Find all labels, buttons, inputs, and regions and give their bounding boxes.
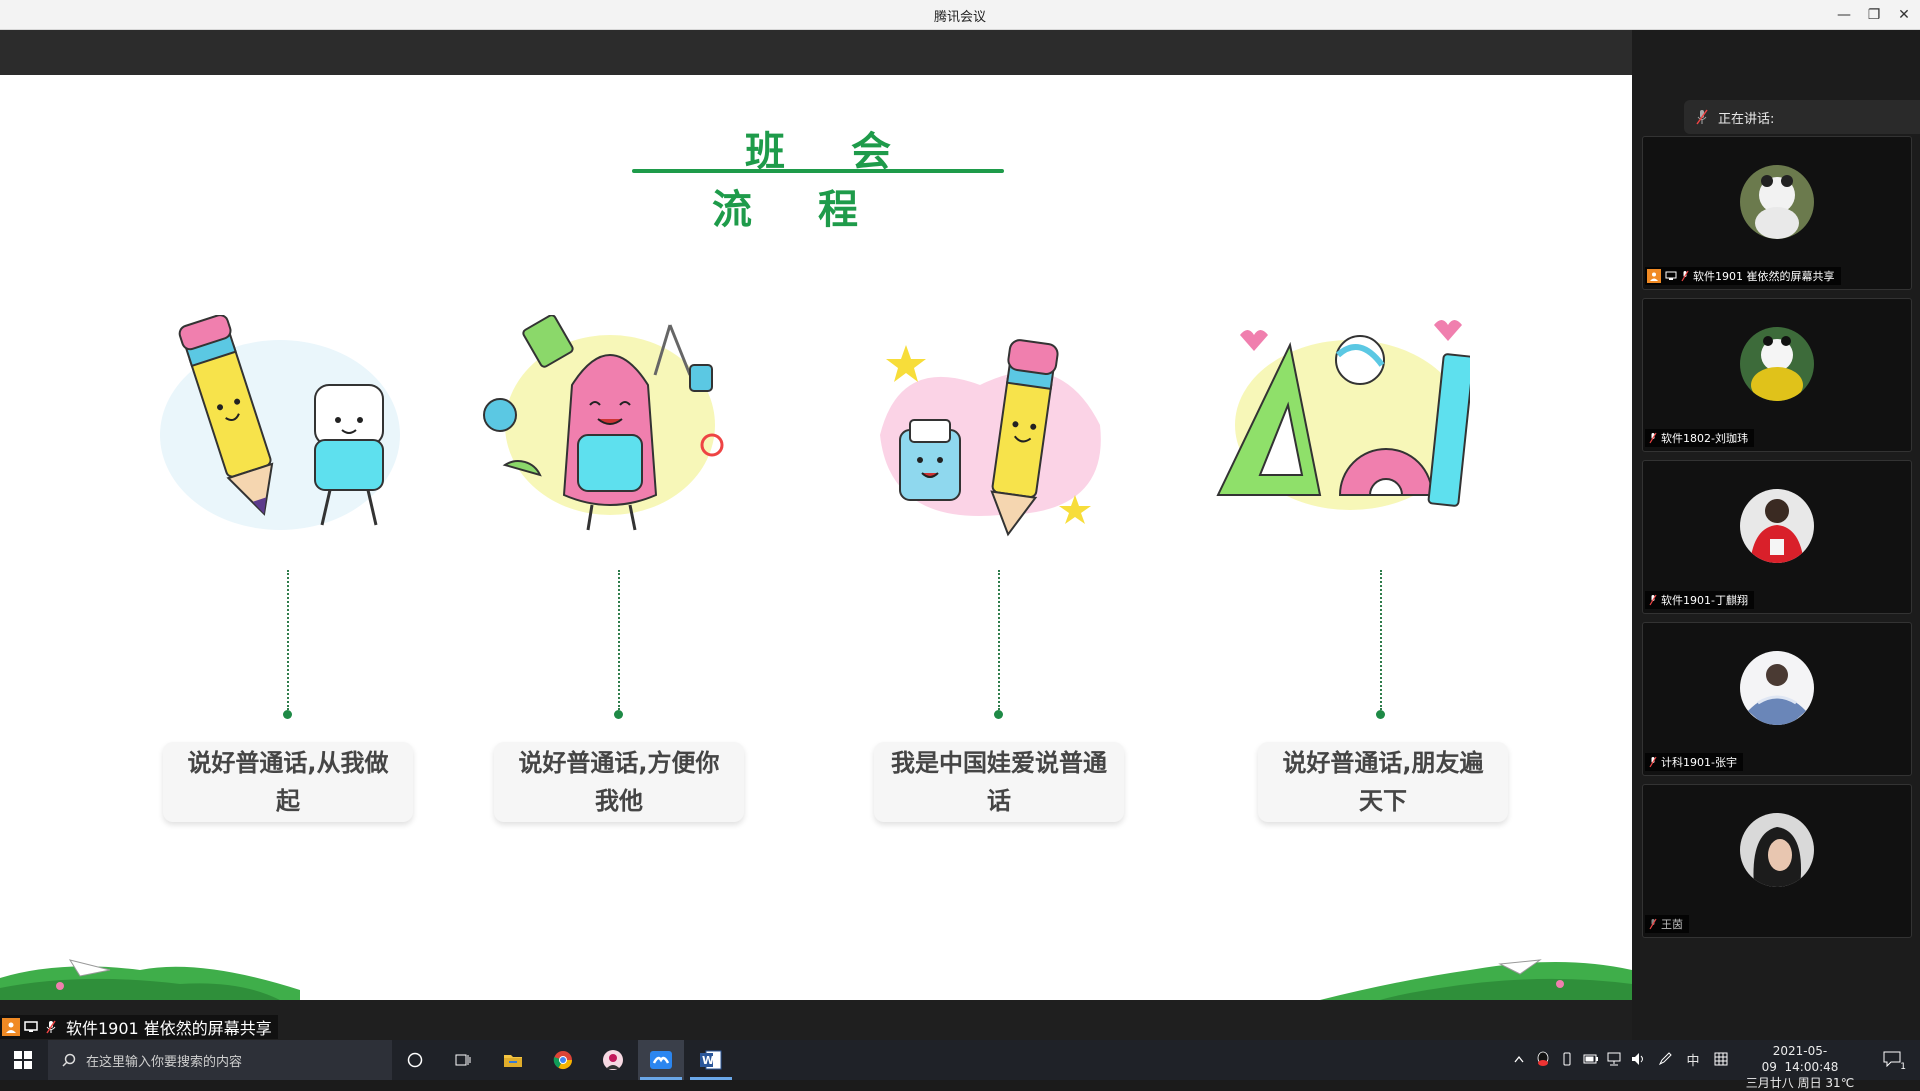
avatar <box>1740 165 1814 239</box>
speaking-indicator: 正在讲话: <box>1684 100 1920 134</box>
participants-panel: 正在讲话: 软件1901 崔依然的屏幕共享 软件1802-刘珈玮 软件1901-… <box>1632 30 1920 1040</box>
slide-title: 班会流程 <box>712 128 957 233</box>
step-2-connector <box>618 570 620 710</box>
close-button[interactable]: ✕ <box>1892 4 1916 26</box>
search-placeholder: 在这里输入你要搜索的内容 <box>86 1054 243 1070</box>
participant-name-bar: 软件1901-丁麒翔 <box>1645 591 1754 609</box>
participant-name: 计科1901-张宇 <box>1661 756 1737 769</box>
step-1-card: 说好普通话,从我做起 <box>163 742 413 822</box>
participant-name-bar: 计科1901-张宇 <box>1645 753 1743 771</box>
participant-tile[interactable]: 王茵 <box>1642 784 1912 938</box>
clock-lunar: 三月廿八 周日 31℃ <box>1745 1076 1855 1090</box>
host-icon <box>1647 269 1661 283</box>
step-1-connector <box>287 570 289 710</box>
participant-name-bar: 软件1802-刘珈玮 <box>1645 429 1754 447</box>
step-2-dot <box>614 710 623 719</box>
screen-share-label: 软件1901 崔依然的屏幕共享 <box>0 1015 278 1039</box>
step-1-dot <box>283 710 292 719</box>
avatar <box>1740 489 1814 563</box>
triangle-protractor-ruler-illustration <box>1216 320 1470 510</box>
restore-button[interactable]: ❐ <box>1862 4 1886 26</box>
qq-tray-icon[interactable] <box>1534 1050 1552 1068</box>
muted-microphone-icon <box>1696 109 1708 125</box>
participant-name: 王茵 <box>1661 918 1683 931</box>
pen-input-icon[interactable] <box>1656 1050 1674 1068</box>
app-avatar-icon[interactable] <box>590 1040 636 1080</box>
muted-microphone-icon <box>1649 432 1657 444</box>
participant-name: 软件1901-丁麒翔 <box>1661 594 1748 607</box>
participant-tile[interactable]: 软件1802-刘珈玮 <box>1642 298 1912 452</box>
tencent-meeting-icon[interactable] <box>638 1040 684 1080</box>
step-3-card: 我是中国娃爱说普通话 <box>874 742 1124 822</box>
muted-microphone-icon <box>1681 270 1689 282</box>
participant-name: 软件1802-刘珈玮 <box>1661 432 1748 445</box>
step-4-dot <box>1376 710 1385 719</box>
step-2-card: 说好普通话,方便你我他 <box>494 742 744 822</box>
avatar <box>1740 327 1814 401</box>
windows-logo-icon <box>14 1051 32 1069</box>
step-4-connector <box>1380 570 1382 710</box>
word-icon[interactable]: W <box>688 1040 734 1080</box>
screen-share-label-text: 软件1901 崔依然的屏幕共享 <box>66 1019 272 1038</box>
window-title-bar: 腾讯会议 — ❐ ✕ <box>0 0 1920 30</box>
cortana-icon[interactable] <box>392 1040 438 1080</box>
shared-screen: 班会流程 说好普通话,从我做起 说好普通话,方便你我他 我是中国娃爱说普通话 说… <box>0 75 1632 1000</box>
participant-name: 软件1901 崔依然的屏幕共享 <box>1693 270 1835 283</box>
slide-title-underline <box>632 169 1004 173</box>
step-3-dot <box>994 710 1003 719</box>
start-button[interactable] <box>0 1040 46 1080</box>
participant-name-bar: 软件1901 崔依然的屏幕共享 <box>1645 267 1841 285</box>
backpack-illustration <box>483 315 724 531</box>
search-icon <box>62 1053 76 1067</box>
step-4-card: 说好普通话,朋友遍天下 <box>1258 742 1508 822</box>
clock-time: 14:00:48 <box>1784 1060 1839 1074</box>
muted-microphone-icon <box>1649 756 1657 768</box>
avatar <box>1740 651 1814 725</box>
minimize-button[interactable]: — <box>1832 4 1856 26</box>
file-explorer-icon[interactable] <box>490 1040 536 1080</box>
windows-taskbar: 在这里输入你要搜索的内容 W 中 2021-05-09 14:00:48 三月廿… <box>0 1040 1920 1090</box>
sharpener-and-pencil-illustration <box>880 339 1101 537</box>
muted-microphone-icon <box>1649 918 1657 930</box>
pencil-and-eraser-illustration <box>160 315 400 530</box>
ime-indicator[interactable]: 中 <box>1684 1050 1702 1069</box>
volume-icon[interactable] <box>1630 1050 1648 1068</box>
grass-decoration <box>0 959 1632 1000</box>
participant-tile[interactable]: 软件1901-丁麒翔 <box>1642 460 1912 614</box>
screen-share-icon <box>22 1018 40 1036</box>
taskbar-search-box[interactable]: 在这里输入你要搜索的内容 <box>48 1040 392 1080</box>
share-top-strip <box>0 30 1632 75</box>
step-3-connector <box>998 570 1000 710</box>
notification-center-icon[interactable]: 1 <box>1880 1050 1906 1072</box>
participant-tile[interactable]: 计科1901-张宇 <box>1642 622 1912 776</box>
usb-tray-icon[interactable] <box>1558 1050 1576 1068</box>
notification-count: 1 <box>1900 1062 1906 1072</box>
show-hidden-icons-icon[interactable] <box>1510 1050 1528 1068</box>
window-title: 腾讯会议 <box>933 10 986 25</box>
muted-microphone-icon <box>1649 594 1657 606</box>
battery-icon[interactable] <box>1582 1050 1600 1068</box>
keyboard-icon[interactable] <box>1712 1050 1730 1068</box>
screen-share-icon <box>1665 271 1677 281</box>
taskbar-clock[interactable]: 2021-05-09 14:00:48 三月廿八 周日 31℃ <box>1740 1043 1860 1091</box>
svg-text:W: W <box>702 1054 714 1067</box>
microphone-icon <box>42 1018 60 1036</box>
participant-name-bar: 王茵 <box>1645 915 1689 933</box>
host-icon <box>2 1018 20 1036</box>
network-icon[interactable] <box>1606 1050 1624 1068</box>
chrome-icon[interactable] <box>540 1040 586 1080</box>
participant-tile[interactable]: 软件1901 崔依然的屏幕共享 <box>1642 136 1912 290</box>
task-view-icon[interactable] <box>440 1040 486 1080</box>
avatar <box>1740 813 1814 887</box>
speaking-label: 正在讲话: <box>1718 111 1775 127</box>
